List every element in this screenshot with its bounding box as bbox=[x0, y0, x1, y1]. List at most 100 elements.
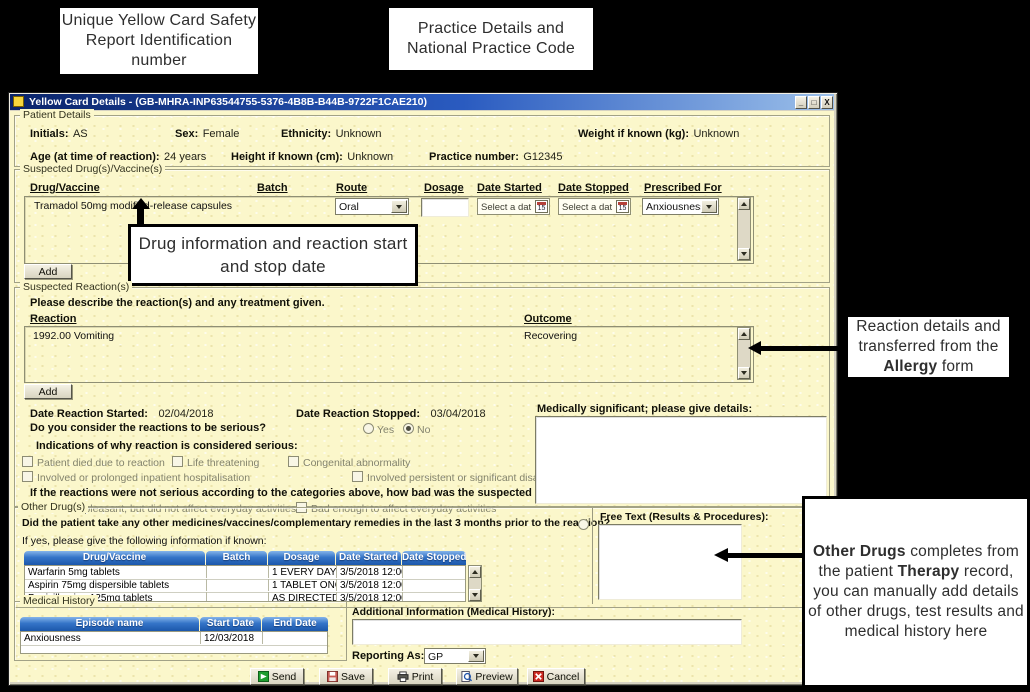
additional-info-label: Additional Information (Medical History)… bbox=[352, 606, 555, 618]
mh-header-episode: Episode name bbox=[20, 617, 199, 631]
reporting-as-select[interactable]: GP bbox=[424, 648, 486, 664]
outcome-column-header: Outcome bbox=[524, 313, 572, 325]
indication-congenital[interactable]: Congenital abnormality bbox=[288, 456, 410, 469]
triangle-up bbox=[741, 332, 747, 336]
drug-column-header: Drug/Vaccine bbox=[30, 182, 100, 194]
annotation-drug-info: Drug information and reaction start and … bbox=[128, 224, 418, 286]
date-reaction-started-value: 02/04/2018 bbox=[158, 408, 213, 420]
checkbox-icon[interactable] bbox=[172, 456, 183, 467]
mh-header-end: End Date bbox=[262, 617, 328, 631]
prescribed-for-select[interactable]: Anxiousness bbox=[642, 198, 719, 215]
annotation-text-segment: form bbox=[937, 358, 973, 375]
annotation-reaction-details-text: Reaction details and transferred from th… bbox=[848, 317, 1009, 377]
scroll-up-icon[interactable] bbox=[738, 198, 750, 210]
triangle-down bbox=[741, 371, 747, 375]
calendar-icon[interactable]: 15 bbox=[616, 200, 629, 213]
other-drugs-radio-icon[interactable] bbox=[578, 519, 589, 530]
weight-field: Weight if known (kg): Unknown bbox=[578, 124, 739, 142]
close-icon[interactable]: X bbox=[821, 96, 833, 109]
date-stopped-field[interactable]: Select a dat 15 bbox=[558, 198, 631, 215]
suspected-drugs-legend: Suspected Drug(s)/Vaccine(s) bbox=[20, 163, 165, 175]
serious-yes-option[interactable]: Yes bbox=[363, 423, 394, 436]
indication-patient-died[interactable]: Patient died due to reaction bbox=[22, 456, 165, 469]
annotation-bold-allergy: Allergy bbox=[883, 358, 937, 375]
radio-no-icon[interactable] bbox=[403, 423, 414, 434]
mh-cell-start: 12/03/2018 bbox=[201, 632, 263, 644]
scroll-down-icon[interactable] bbox=[738, 248, 750, 260]
reporting-as-value: GP bbox=[428, 651, 469, 663]
scroll-down-icon[interactable] bbox=[469, 589, 481, 601]
practice-number-label: Practice number: bbox=[429, 151, 519, 163]
ethnicity-label: Ethnicity: bbox=[281, 128, 331, 140]
send-button[interactable]: Send bbox=[250, 668, 304, 685]
if-yes-instruction: If yes, please give the following inform… bbox=[22, 535, 267, 547]
annotation-practice-code-text: Practice Details and National Practice C… bbox=[389, 19, 593, 59]
print-icon bbox=[397, 671, 409, 682]
scroll-down-icon[interactable] bbox=[738, 367, 750, 379]
table-row[interactable]: Aspirin 75mg dispersible tablets 1 TABLE… bbox=[25, 579, 465, 593]
maximize-icon[interactable]: □ bbox=[808, 96, 820, 109]
outcome-cell[interactable]: Recovering bbox=[524, 330, 577, 342]
scroll-up-icon[interactable] bbox=[469, 566, 481, 578]
date-reaction-started: Date Reaction Started: 02/04/2018 bbox=[30, 404, 214, 422]
reactions-list[interactable] bbox=[24, 326, 754, 383]
od-cell-date-stopped bbox=[403, 566, 465, 578]
initials-value: AS bbox=[73, 128, 88, 140]
checkbox-icon[interactable] bbox=[22, 456, 33, 467]
dosage-input[interactable] bbox=[421, 198, 469, 217]
save-button[interactable]: Save bbox=[319, 668, 373, 685]
table-row[interactable]: Warfarin 5mg tablets 1 EVERY DAY 3/5/201… bbox=[25, 566, 465, 580]
scroll-up-icon[interactable] bbox=[738, 328, 750, 340]
route-select[interactable]: Oral bbox=[335, 198, 409, 215]
add-reaction-button[interactable]: Add bbox=[24, 384, 72, 399]
indication-hospitalisation[interactable]: Involved or prolonged inpatient hospital… bbox=[22, 471, 250, 484]
save-icon bbox=[327, 671, 338, 682]
other-drugs-scrollbar[interactable] bbox=[468, 565, 482, 602]
prescribed-for-dropdown-button[interactable] bbox=[701, 200, 717, 213]
additional-info-input[interactable] bbox=[352, 619, 742, 645]
sex-value: Female bbox=[203, 128, 240, 140]
od-header-batch: Batch bbox=[206, 551, 267, 565]
batch-column-header: Batch bbox=[257, 182, 288, 194]
radio-yes-icon[interactable] bbox=[363, 423, 374, 434]
cancel-button[interactable]: Cancel bbox=[527, 668, 585, 685]
triangle-up bbox=[472, 570, 478, 574]
serious-yes-label: Yes bbox=[377, 424, 394, 436]
date-started-field[interactable]: Select a dat 15 bbox=[477, 198, 550, 215]
reporting-as-dropdown-button[interactable] bbox=[468, 650, 484, 662]
free-text-textarea[interactable] bbox=[598, 524, 742, 600]
print-button[interactable]: Print bbox=[388, 668, 442, 685]
annotation-practice-code: Practice Details and National Practice C… bbox=[386, 5, 596, 73]
preview-icon bbox=[461, 671, 472, 682]
od-header-dosage: Dosage bbox=[268, 551, 335, 565]
mh-header-start: Start Date bbox=[200, 617, 261, 631]
add-drug-button[interactable]: Add bbox=[24, 264, 72, 279]
serious-no-option[interactable]: No bbox=[403, 423, 430, 436]
date-stopped-placeholder: Select a dat bbox=[562, 202, 615, 213]
calendar-icon[interactable]: 15 bbox=[535, 200, 548, 213]
annotation-reaction-details: Reaction details and transferred from th… bbox=[845, 314, 1012, 380]
drug-list-scrollbar[interactable] bbox=[737, 197, 751, 261]
minimize-icon[interactable]: _ bbox=[795, 96, 807, 109]
checkbox-icon[interactable] bbox=[22, 471, 33, 482]
preview-button-label: Preview bbox=[475, 671, 512, 683]
send-icon bbox=[258, 671, 269, 682]
reaction-cell[interactable]: 1992.00 Vomiting bbox=[33, 330, 114, 342]
annotation-other-drugs-text: Other Drugs completes from the patient T… bbox=[807, 542, 1025, 642]
indication-label: Congenital abnormality bbox=[303, 457, 410, 469]
indication-label: Patient died due to reaction bbox=[37, 457, 165, 469]
chevron-down-icon bbox=[396, 205, 402, 209]
practice-number-field: Practice number: G12345 bbox=[429, 147, 562, 165]
route-column-header: Route bbox=[336, 182, 367, 194]
checkbox-icon[interactable] bbox=[352, 471, 363, 482]
table-row[interactable]: Anxiousness 12/03/2018 bbox=[21, 632, 327, 646]
od-cell-drug: Aspirin 75mg dispersible tablets bbox=[25, 579, 207, 591]
age-value: 24 years bbox=[164, 151, 206, 163]
checkbox-icon[interactable] bbox=[288, 456, 299, 467]
date-started-placeholder: Select a dat bbox=[481, 202, 534, 213]
indication-label: Life threatening bbox=[187, 457, 259, 469]
route-dropdown-button[interactable] bbox=[391, 200, 407, 213]
medically-significant-textarea[interactable] bbox=[535, 416, 827, 504]
preview-button[interactable]: Preview bbox=[456, 668, 518, 685]
indication-life-threatening[interactable]: Life threatening bbox=[172, 456, 259, 469]
